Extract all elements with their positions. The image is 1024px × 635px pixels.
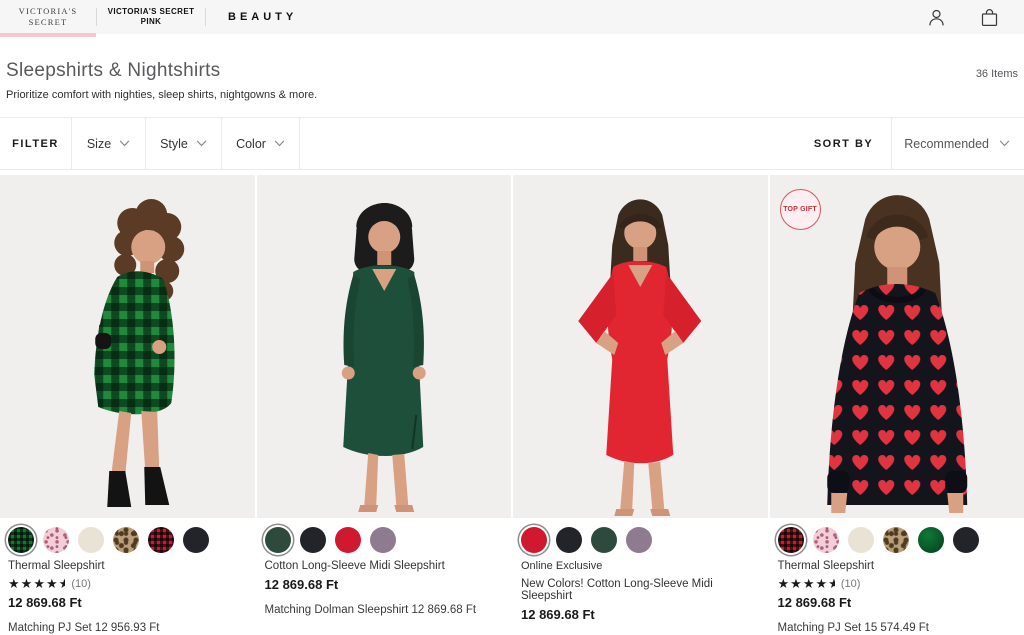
review-count: (10) <box>71 578 91 590</box>
color-swatch-cream[interactable] <box>848 527 874 553</box>
swatch-row <box>8 525 247 557</box>
sort-value: Recommended <box>904 137 989 151</box>
product-name[interactable]: Thermal Sleepshirt <box>8 560 247 572</box>
star-rating: ★★★★★ <box>8 577 65 590</box>
pink-logo-line1: VICTORIA'S SECRET <box>97 7 205 17</box>
filter-bar: FILTER Size Style Color SORT BY Recommen… <box>0 117 1024 170</box>
rating-row: ★★★★★ (10) <box>778 577 1017 590</box>
product-card: Thermal Sleepshirt ★★★★★ (10) 12 869.68 … <box>0 175 255 634</box>
color-swatch-red[interactable] <box>335 527 361 553</box>
star-rating: ★★★★★ <box>778 577 835 590</box>
items-count: 36 Items <box>976 68 1018 80</box>
size-filter-dropdown[interactable]: Size <box>72 118 146 169</box>
tab-victorias-secret-pink[interactable]: VICTORIA'S SECRET PINK <box>97 0 205 34</box>
product-name[interactable]: Cotton Long-Sleeve Midi Sleepshirt <box>265 560 504 572</box>
sort-dropdown[interactable]: Recommended <box>891 118 1024 169</box>
swatch-row <box>778 525 1017 557</box>
product-grid: Thermal Sleepshirt ★★★★★ (10) 12 869.68 … <box>0 175 1024 634</box>
product-name[interactable]: New Colors! Cotton Long-Sleeve Midi Slee… <box>521 578 760 602</box>
color-swatch-black[interactable] <box>300 527 326 553</box>
rating-row: ★★★★★ (10) <box>8 577 247 590</box>
color-swatch-red[interactable] <box>521 527 547 553</box>
product-price: 12 869.68 Ft <box>8 595 247 610</box>
color-swatch-green-plaid[interactable] <box>8 527 34 553</box>
product-card: Online Exclusive New Colors! Cotton Long… <box>513 175 768 634</box>
product-name[interactable]: Thermal Sleepshirt <box>778 560 1017 572</box>
product-price: 12 869.68 Ft <box>265 577 504 592</box>
product-image-red-midi[interactable] <box>513 175 768 518</box>
color-swatch-pink-print[interactable] <box>43 527 69 553</box>
beauty-label: BEAUTY <box>228 11 297 23</box>
pink-logo-line2: PINK <box>97 17 205 27</box>
review-count: (10) <box>841 578 861 590</box>
color-swatch-cream[interactable] <box>78 527 104 553</box>
product-image-green-midi[interactable] <box>257 175 512 518</box>
chevron-down-icon <box>999 140 1010 147</box>
vs-logo-line2: SECRET <box>0 17 96 28</box>
color-swatch-mauve[interactable] <box>626 527 652 553</box>
vs-logo-line1: VICTORIA'S <box>0 6 96 17</box>
product-card: TOP GIFT Thermal Sleepshirt ★★★★★ (10) 1… <box>770 175 1024 634</box>
online-exclusive-label: Online Exclusive <box>521 560 760 572</box>
page-header: Sleepshirts & Nightshirts Prioritize com… <box>0 34 1024 101</box>
swatch-row <box>521 525 760 557</box>
chevron-down-icon <box>119 140 130 147</box>
swatch-row <box>265 525 504 557</box>
product-price: 12 869.68 Ft <box>521 607 760 622</box>
shopping-bag-icon[interactable] <box>979 7 1000 28</box>
matching-link[interactable]: Matching PJ Set 12 956.93 Ft <box>8 622 247 634</box>
color-swatch-leopard[interactable] <box>113 527 139 553</box>
matching-link[interactable]: Matching Dolman Sleepshirt 12 869.68 Ft <box>265 604 504 616</box>
chevron-down-icon <box>274 140 285 147</box>
color-swatch-red-plaid[interactable] <box>778 527 804 553</box>
color-swatch-black[interactable] <box>183 527 209 553</box>
tab-beauty[interactable]: BEAUTY <box>206 0 319 34</box>
color-swatch-spruce[interactable] <box>265 527 291 553</box>
filter-button[interactable]: FILTER <box>0 118 72 169</box>
color-swatch-red-plaid[interactable] <box>148 527 174 553</box>
chevron-down-icon <box>196 140 207 147</box>
matching-link[interactable]: Matching PJ Set 15 574.49 Ft <box>778 622 1017 634</box>
product-card: Cotton Long-Sleeve Midi Sleepshirt 12 86… <box>257 175 512 634</box>
color-swatch-green[interactable] <box>918 527 944 553</box>
product-image-thermal-plaid[interactable] <box>0 175 255 518</box>
product-image-heart-print[interactable]: TOP GIFT <box>770 175 1024 518</box>
product-price: 12 869.68 Ft <box>778 595 1017 610</box>
color-swatch-pink-print[interactable] <box>813 527 839 553</box>
page-subtitle: Prioritize comfort with nighties, sleep … <box>6 89 1018 101</box>
style-filter-dropdown[interactable]: Style <box>146 118 222 169</box>
color-swatch-mauve[interactable] <box>370 527 396 553</box>
top-brand-bar: VICTORIA'S SECRET VICTORIA'S SECRET PINK… <box>0 0 1024 34</box>
color-swatch-leopard[interactable] <box>883 527 909 553</box>
color-swatch-spruce[interactable] <box>591 527 617 553</box>
top-gift-badge: TOP GIFT <box>780 189 821 230</box>
color-swatch-black[interactable] <box>953 527 979 553</box>
tab-victorias-secret[interactable]: VICTORIA'S SECRET <box>0 0 96 34</box>
page-title: Sleepshirts & Nightshirts <box>6 60 1018 82</box>
account-icon[interactable] <box>926 7 947 28</box>
sort-by-label: SORT BY <box>814 118 891 169</box>
color-filter-dropdown[interactable]: Color <box>222 118 300 169</box>
color-swatch-black[interactable] <box>556 527 582 553</box>
